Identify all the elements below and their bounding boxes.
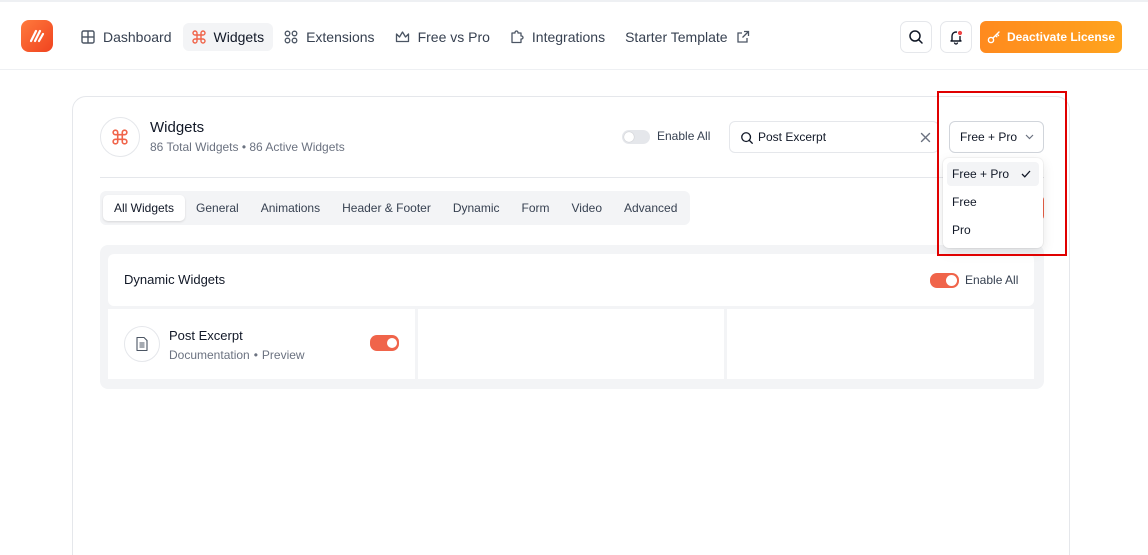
page-title: Widgets	[150, 119, 205, 136]
notifications-button[interactable]	[940, 21, 972, 53]
widget-links: Documentation • Preview	[169, 348, 305, 362]
widget-card-empty	[727, 309, 1034, 379]
command-icon	[191, 30, 206, 44]
header-divider	[100, 177, 1044, 178]
tab-all-widgets[interactable]: All Widgets	[103, 195, 186, 221]
section-enable-all-label: Enable All	[965, 273, 1019, 287]
category-tabs: All Widgets General Animations Header & …	[100, 191, 690, 225]
section-enable-all-toggle[interactable]	[930, 273, 959, 288]
external-link-icon	[736, 30, 749, 43]
widget-toggle[interactable]	[370, 335, 399, 351]
widgets-count: 86 Total Widgets • 86 Active Widgets	[150, 140, 345, 154]
nav-extensions-label: Extensions	[306, 29, 375, 45]
app-logo[interactable]	[21, 20, 53, 52]
clear-search-icon[interactable]	[920, 132, 931, 143]
widget-icon	[124, 326, 160, 362]
tab-header-footer[interactable]: Header & Footer	[331, 195, 442, 221]
nav-widgets[interactable]: Widgets	[182, 23, 274, 51]
logo-icon	[29, 29, 45, 43]
tab-animations[interactable]: Animations	[250, 195, 331, 221]
widget-name: Post Excerpt	[169, 328, 243, 343]
deactivate-license-button[interactable]: Deactivate License	[980, 21, 1122, 53]
search-input[interactable]	[758, 128, 908, 146]
tab-general[interactable]: General	[185, 195, 250, 221]
widgets-header-icon	[100, 117, 140, 157]
nav-widgets-label: Widgets	[213, 29, 265, 45]
search-icon	[909, 30, 923, 44]
extensions-icon	[284, 30, 298, 44]
crown-icon	[395, 31, 409, 43]
enable-all-toggle[interactable]	[622, 130, 650, 144]
document-icon	[136, 336, 148, 352]
nav-free-vs-pro[interactable]: Free vs Pro	[386, 23, 499, 51]
bell-icon	[950, 29, 964, 45]
highlight-box	[937, 91, 1067, 256]
tab-video[interactable]: Video	[561, 195, 613, 221]
tab-advanced[interactable]: Advanced	[613, 195, 688, 221]
key-icon	[987, 31, 1000, 44]
nav-starter-template-label: Starter Template	[625, 29, 728, 45]
nav-integrations[interactable]: Integrations	[501, 23, 614, 51]
nav-starter-template[interactable]: Starter Template	[616, 23, 758, 51]
nav-free-vs-pro-label: Free vs Pro	[417, 29, 490, 45]
preview-link[interactable]: Preview	[262, 348, 305, 362]
grid-icon	[81, 30, 95, 44]
nav-dashboard-label: Dashboard	[103, 29, 172, 45]
deactivate-license-label: Deactivate License	[1006, 30, 1116, 44]
search-box	[729, 121, 939, 153]
puzzle-icon	[511, 30, 524, 44]
documentation-link[interactable]: Documentation	[169, 348, 250, 362]
nav-dashboard[interactable]: Dashboard	[72, 23, 181, 51]
nav-integrations-label: Integrations	[531, 29, 606, 45]
tab-dynamic[interactable]: Dynamic	[442, 195, 511, 221]
link-separator: •	[253, 348, 258, 362]
command-icon	[112, 129, 128, 145]
section-header	[108, 254, 1034, 306]
enable-all-label: Enable All	[657, 129, 711, 143]
top-navbar: Dashboard Widgets Extensions Free vs Pro…	[0, 0, 1148, 70]
tab-form[interactable]: Form	[511, 195, 561, 221]
main-nav: Dashboard Widgets Extensions Free vs Pro…	[72, 23, 759, 51]
widget-card-empty	[418, 309, 724, 379]
section-title: Dynamic Widgets	[124, 272, 226, 287]
search-icon	[741, 132, 753, 144]
nav-extensions[interactable]: Extensions	[275, 23, 383, 51]
search-button[interactable]	[900, 21, 932, 53]
